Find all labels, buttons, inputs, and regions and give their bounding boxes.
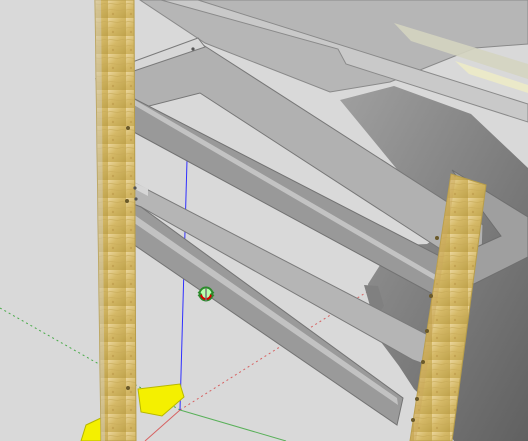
- left-upright-hole-3: [126, 386, 130, 390]
- scene-canvas[interactable]: [0, 0, 528, 441]
- orbit-cursor-icon: [197, 286, 215, 302]
- left-upright-hole-2: [125, 199, 129, 203]
- right-upright-hole-2: [429, 294, 433, 298]
- right-upright-hole-4: [421, 360, 425, 364]
- right-upright-hole-6: [411, 418, 415, 422]
- right-upright-hole-1: [435, 236, 439, 240]
- right-upright-hole-3: [425, 329, 429, 333]
- left-upright-hole-1: [126, 126, 130, 130]
- shelf-screw-1: [133, 186, 137, 190]
- shelf-screw-2: [134, 197, 138, 201]
- shelf-screw-3: [191, 47, 195, 51]
- 3d-viewport[interactable]: [0, 0, 528, 441]
- right-upright-hole-5: [415, 397, 419, 401]
